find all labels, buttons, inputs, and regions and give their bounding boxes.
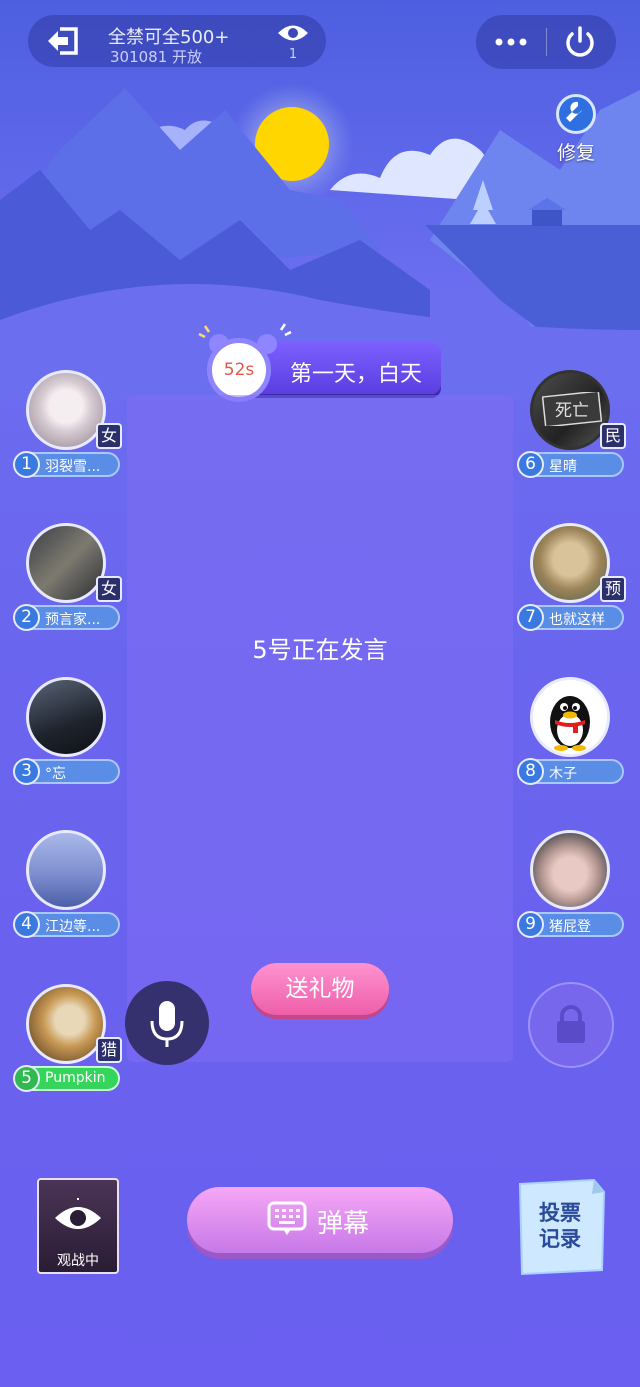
room-info-bar: 全禁可全500+ 301081 开放 1: [28, 15, 326, 67]
quit-button[interactable]: [562, 25, 598, 59]
player-name: 猪屁登: [549, 919, 591, 935]
name-pill: 2 预言家...: [13, 604, 120, 631]
player-name: 木子: [549, 766, 577, 782]
seat-9[interactable]: 9 猪屁登: [516, 830, 626, 950]
avatar: [530, 677, 610, 757]
role-tag: 民: [600, 423, 626, 449]
dead-label: 死亡: [555, 401, 589, 421]
room-id-status: 301081 开放: [110, 48, 203, 66]
seat-3[interactable]: 3 °忘: [12, 677, 122, 797]
speaking-panel: 5号正在发言 送礼物: [127, 395, 513, 1062]
dead-marker: 死亡: [542, 392, 602, 426]
seat-number: 9: [517, 911, 544, 938]
exit-room-button[interactable]: [46, 26, 80, 56]
spectate-button[interactable]: 观战中: [37, 1178, 119, 1274]
penguin-icon: [550, 696, 590, 751]
repair-label: 修复: [556, 142, 595, 164]
player-name: 羽裂雪...: [45, 459, 101, 475]
avatar: [26, 677, 106, 757]
name-pill: 5 Pumpkin: [13, 1065, 120, 1092]
name-pill: 6 星晴: [517, 451, 624, 478]
eye-icon: [278, 25, 308, 41]
avatar: [26, 370, 106, 450]
more-icon: [495, 38, 527, 46]
seat-number: 6: [517, 451, 544, 478]
locked-seat[interactable]: [528, 982, 614, 1068]
repair-button[interactable]: 修复: [548, 94, 604, 170]
eye-icon: [55, 1198, 101, 1229]
seat-2[interactable]: 女 2 预言家...: [12, 523, 122, 643]
seat-8[interactable]: 8 木子: [516, 677, 626, 797]
power-icon: [566, 26, 594, 57]
microphone-button[interactable]: [121, 981, 209, 1065]
player-name: 也就这样: [549, 612, 605, 628]
phase-text: 第一天，白天: [290, 362, 423, 387]
avatar: [530, 830, 610, 910]
barrage-label: 弹幕: [317, 1209, 370, 1239]
avatar: [26, 830, 106, 910]
role-tag: 猎: [96, 1037, 122, 1063]
wrench-icon: [556, 94, 596, 134]
player-name: Pumpkin: [45, 1070, 106, 1086]
player-name: 预言家...: [45, 612, 101, 628]
player-name: °忘: [45, 766, 66, 782]
name-pill: 4 江边等...: [13, 911, 120, 938]
role-tag: 预: [600, 576, 626, 602]
clock-face: 52s: [207, 338, 271, 402]
seat-number: 8: [517, 758, 544, 785]
seat-4[interactable]: 4 江边等...: [12, 830, 122, 950]
seat-number: 4: [13, 911, 40, 938]
divider: [546, 28, 547, 56]
seat-5[interactable]: 猎 5 Pumpkin: [12, 984, 122, 1104]
vote-record-label: 投票 记录: [539, 1201, 581, 1251]
player-name: 星晴: [549, 459, 577, 475]
seat-number: 3: [13, 758, 40, 785]
seat-number: 2: [13, 604, 40, 631]
vote-record-button[interactable]: 投票 记录: [516, 1178, 608, 1276]
role-tag: 女: [96, 576, 122, 602]
send-gift-button[interactable]: 送礼物: [251, 963, 389, 1015]
exit-icon: [48, 27, 78, 55]
room-actions-bar: [476, 15, 616, 69]
name-pill: 9 猪屁登: [517, 911, 624, 938]
seat-6[interactable]: 死亡 民 6 星晴: [516, 370, 626, 490]
name-pill: 3 °忘: [13, 758, 120, 785]
lock-icon: [557, 1005, 585, 1043]
seat-number: 1: [13, 451, 40, 478]
barrage-button[interactable]: 弹幕: [187, 1187, 453, 1253]
keyboard-icon: [267, 1201, 307, 1235]
seat-7[interactable]: 预 7 也就这样: [516, 523, 626, 643]
viewers-button[interactable]: [276, 22, 310, 44]
name-pill: 8 木子: [517, 758, 624, 785]
countdown-seconds: 52s: [223, 360, 255, 380]
seat-1[interactable]: 女 1 羽裂雪...: [12, 370, 122, 490]
player-name: 江边等...: [45, 919, 101, 935]
role-tag: 女: [96, 423, 122, 449]
avatar: [26, 523, 106, 603]
name-pill: 1 羽裂雪...: [13, 451, 120, 478]
seat-number: 7: [517, 604, 544, 631]
seat-number: 5: [13, 1065, 40, 1092]
viewer-count: 1: [288, 47, 298, 62]
avatar: [26, 984, 106, 1064]
speaking-status: 5号正在发言: [252, 636, 388, 664]
avatar: [530, 523, 610, 603]
cabin-icon: [532, 208, 562, 226]
more-options-button[interactable]: [491, 29, 531, 55]
microphone-icon: [121, 1001, 184, 1047]
name-pill: 7 也就这样: [517, 604, 624, 631]
spectate-label: 观战中: [57, 1253, 99, 1269]
